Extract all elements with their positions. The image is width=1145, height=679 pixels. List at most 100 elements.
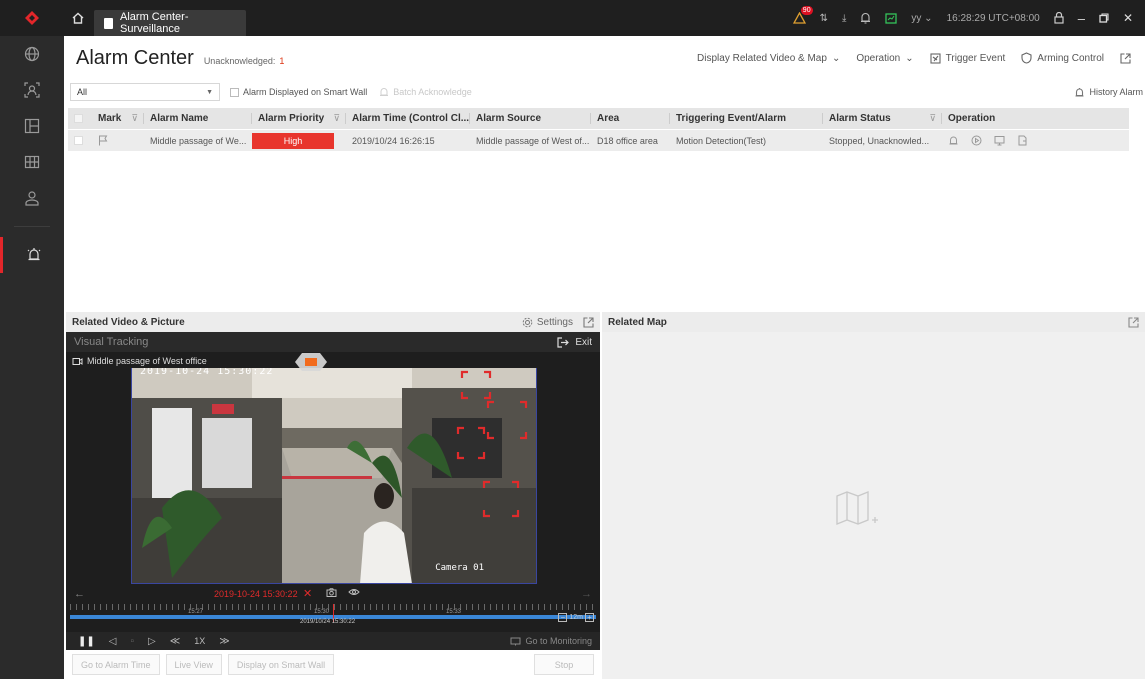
chevron-down-icon: ▼ xyxy=(206,88,213,96)
video-wall-icon[interactable] xyxy=(0,144,64,180)
camera-label: Middle passage of West office xyxy=(72,356,207,366)
column-header-area[interactable]: Area xyxy=(591,108,670,129)
column-header-mark[interactable]: Mark ⊽ xyxy=(92,108,144,129)
column-label: Area xyxy=(597,113,620,124)
filter-funnel-icon[interactable]: ⊽ xyxy=(929,113,936,124)
tab-alarm-center[interactable]: Alarm Center-Surveillance xyxy=(94,10,246,36)
settings-button[interactable]: Settings xyxy=(522,317,573,328)
lock-icon[interactable] xyxy=(1054,12,1064,24)
arming-control-button[interactable]: Arming Control xyxy=(1021,52,1104,64)
column-header-alarm-source[interactable]: Alarm Source xyxy=(470,108,591,129)
smart-wall-filter[interactable]: Alarm Displayed on Smart Wall xyxy=(230,87,367,97)
status-monitor-icon[interactable] xyxy=(885,12,898,24)
filter-funnel-icon[interactable]: ⊽ xyxy=(131,113,138,124)
forward-play-icon[interactable]: ▷ xyxy=(148,636,156,647)
popout-icon[interactable] xyxy=(1128,316,1139,328)
user-menu[interactable]: yy ⌄ xyxy=(911,13,932,24)
transfer-icon[interactable]: ⇅ xyxy=(820,13,828,24)
column-header-alarm-status[interactable]: Alarm Status ⊽ xyxy=(823,108,942,129)
gear-icon xyxy=(522,317,533,327)
add-map-icon[interactable] xyxy=(834,490,880,533)
export-icon[interactable] xyxy=(1017,135,1028,146)
alarm-filter-select[interactable]: All ▼ xyxy=(70,83,220,101)
download-icon[interactable]: ⤓ xyxy=(842,13,846,24)
restore-icon[interactable] xyxy=(1099,13,1109,23)
video-actions-bar: Go to Alarm Time Live View Display on Sm… xyxy=(66,650,600,679)
column-header-alarm-time[interactable]: Alarm Time (Control Cl... xyxy=(346,108,470,129)
alarm-notification-icon[interactable]: 90 xyxy=(792,6,813,24)
operation-dropdown[interactable]: Operation ⌄ xyxy=(856,53,913,64)
ptz-control[interactable] xyxy=(294,351,328,373)
trigger-event-label: Trigger Event xyxy=(945,52,1006,64)
face-recognition-icon[interactable] xyxy=(0,72,64,108)
playback-icon[interactable] xyxy=(971,135,982,146)
timeline-bar[interactable]: 15:27 15:30 15:33 2019/10/24 15:30:22 − … xyxy=(70,604,596,626)
select-all-checkbox[interactable] xyxy=(74,114,83,123)
exit-button[interactable]: Exit xyxy=(557,337,592,348)
column-label: Alarm Priority xyxy=(258,113,325,124)
slow-down-icon[interactable]: ≪ xyxy=(170,636,180,647)
display-related-dropdown[interactable]: Display Related Video & Map ⌄ xyxy=(697,53,840,64)
person-icon[interactable] xyxy=(0,180,64,216)
alarm-name-cell: Middle passage of We... xyxy=(150,135,247,146)
column-header-alarm-name[interactable]: Alarm Name xyxy=(144,108,252,129)
history-alarm-label: History Alarm xyxy=(1089,87,1143,97)
trigger-event-button[interactable]: Trigger Event xyxy=(930,52,1006,64)
display-on-wall-icon[interactable] xyxy=(994,135,1005,146)
home-icon[interactable] xyxy=(68,0,88,36)
close-icon[interactable]: ✕ xyxy=(1123,11,1133,25)
go-to-monitoring-label: Go to Monitoring xyxy=(525,636,592,646)
column-label: Triggering Event/Alarm xyxy=(676,113,787,124)
history-alarm-button[interactable]: History Alarm xyxy=(1074,87,1145,98)
operation-cell xyxy=(942,130,1129,151)
live-video-feed[interactable]: 2019-10-24 15:30:22 Camera 01 xyxy=(131,368,537,584)
minimize-icon[interactable]: – xyxy=(1078,11,1085,26)
arrow-right-icon[interactable]: → xyxy=(581,588,592,600)
column-header-triggering-event[interactable]: Triggering Event/Alarm xyxy=(670,108,823,129)
reverse-play-icon[interactable]: ◁ xyxy=(109,636,117,647)
zoom-out-button[interactable]: − xyxy=(558,613,568,622)
history-alarm-icon xyxy=(1075,87,1084,97)
table-header: Mark ⊽ Alarm Name Alarm Priority ⊽ Alarm T… xyxy=(68,108,1129,129)
pause-icon[interactable]: ❚❚ xyxy=(78,636,95,647)
alarm-time-cell: 2019/10/24 16:26:15 xyxy=(352,135,435,146)
alarm-center-nav-icon[interactable] xyxy=(0,237,64,273)
eye-icon[interactable] xyxy=(348,588,360,599)
speed-up-icon[interactable]: ≫ xyxy=(219,636,229,647)
flag-icon[interactable] xyxy=(98,135,108,146)
unacknowledged-count[interactable]: 1 xyxy=(279,56,284,66)
speed-indicator: 1X xyxy=(194,636,206,646)
popout-icon[interactable] xyxy=(583,316,594,328)
go-to-alarm-time-button[interactable]: Go to Alarm Time xyxy=(72,654,160,675)
column-header-alarm-priority[interactable]: Alarm Priority ⊽ xyxy=(252,108,346,129)
timeline-center-time: 2019/10/24 15:30:22 xyxy=(300,619,356,625)
alarm-source-cell: Middle passage of West of... xyxy=(476,135,590,146)
acknowledge-icon xyxy=(380,88,389,96)
live-view-button[interactable]: Live View xyxy=(165,654,222,675)
camera-icon xyxy=(72,357,83,365)
batch-acknowledge-button[interactable]: Batch Acknowledge xyxy=(379,87,472,97)
table-row[interactable]: Middle passage of We... High 2019/10/24 … xyxy=(68,130,1129,151)
layout-icon[interactable] xyxy=(0,108,64,144)
mark-cell xyxy=(92,130,144,151)
cancel-icon[interactable]: ✕ xyxy=(303,587,312,600)
alarm-badge: 90 xyxy=(800,6,813,15)
bell-icon[interactable] xyxy=(860,12,871,24)
popout-icon[interactable] xyxy=(1120,52,1131,64)
smart-wall-checkbox[interactable] xyxy=(230,87,239,97)
snapshot-icon[interactable] xyxy=(326,588,337,600)
globe-icon[interactable] xyxy=(0,36,64,72)
filter-funnel-icon[interactable]: ⊽ xyxy=(333,113,340,124)
zoom-in-button[interactable]: + xyxy=(585,613,594,622)
stop-button[interactable]: Stop xyxy=(534,654,594,675)
acknowledge-icon[interactable] xyxy=(948,135,959,146)
go-to-monitoring-button[interactable]: Go to Monitoring xyxy=(510,636,592,646)
related-map-pane: Related Map xyxy=(602,312,1145,679)
row-checkbox[interactable] xyxy=(74,136,83,145)
visual-tracking-bar: Visual Tracking Exit xyxy=(66,332,600,352)
arrow-left-icon[interactable]: ← xyxy=(74,588,85,600)
display-on-smart-wall-button[interactable]: Display on Smart Wall xyxy=(227,654,335,675)
select-all-cell xyxy=(68,108,92,129)
batch-acknowledge-label: Batch Acknowledge xyxy=(393,87,472,97)
stop-icon[interactable]: ▫ xyxy=(130,636,134,647)
